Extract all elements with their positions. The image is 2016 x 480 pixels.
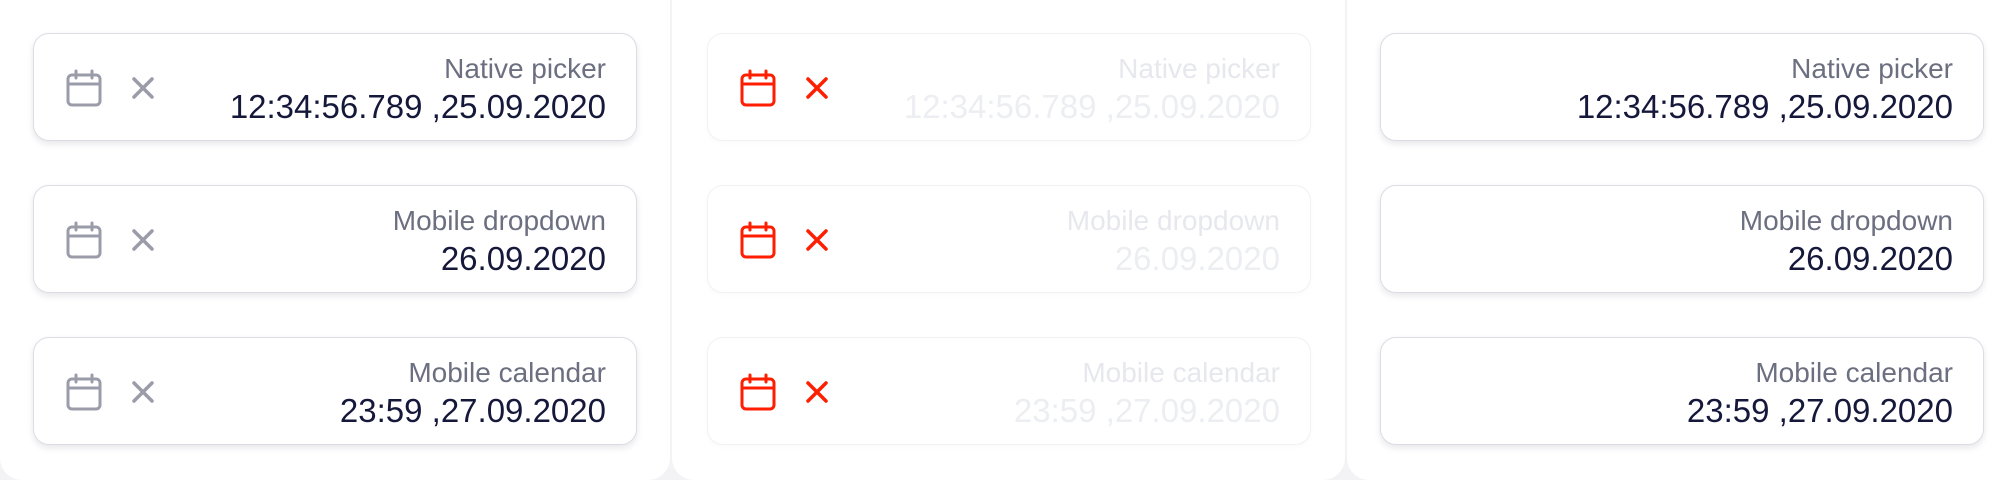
field-value[interactable]: 23:59 ,27.09.2020 [1687, 392, 1953, 430]
close-icon[interactable] [130, 227, 156, 253]
field-value: 12:34:56.789 ,25.09.2020 [903, 88, 1280, 125]
close-icon [806, 229, 828, 251]
field-label: Native picker [444, 53, 606, 84]
field-label: Mobile calendar [408, 357, 606, 388]
native-picker-field-disabled: Native picker 12:34:56.789 ,25.09.2020 [707, 33, 1311, 141]
mobile-dropdown-field-disabled: Mobile dropdown 26.09.2020 [707, 185, 1311, 293]
field-value[interactable]: 26.09.2020 [1788, 240, 1953, 278]
field-label: Mobile dropdown [1739, 205, 1953, 236]
close-icon [806, 381, 828, 403]
mobile-calendar-field[interactable]: Mobile calendar 23:59 ,27.09.2020 [33, 337, 637, 445]
field-value[interactable]: 23:59 ,27.09.2020 [340, 392, 606, 430]
native-picker-field[interactable]: Native picker 12:34:56.789 ,25.09.2020 [33, 33, 637, 141]
calendar-icon[interactable] [64, 68, 104, 108]
field-label: Mobile calendar [1082, 357, 1280, 388]
field-label: Mobile calendar [1755, 357, 1953, 388]
native-picker-field-readonly[interactable]: Native picker 12:34:56.789 ,25.09.2020 [1380, 33, 1984, 141]
mobile-calendar-field-readonly[interactable]: Mobile calendar 23:59 ,27.09.2020 [1380, 337, 1984, 445]
calendar-icon[interactable] [64, 220, 104, 260]
mobile-dropdown-field-readonly[interactable]: Mobile dropdown 26.09.2020 [1380, 185, 1984, 293]
close-icon[interactable] [130, 379, 156, 405]
calendar-icon [740, 69, 776, 107]
close-icon [806, 77, 828, 99]
field-value[interactable]: 26.09.2020 [441, 240, 606, 278]
field-label: Mobile dropdown [1066, 205, 1280, 236]
calendar-icon [740, 373, 776, 411]
field-value[interactable]: 12:34:56.789 ,25.09.2020 [1577, 88, 1953, 126]
field-value: 23:59 ,27.09.2020 [1013, 392, 1280, 429]
date-picker-demo-page: Native picker 12:34:56.789 ,25.09.2020 M… [0, 0, 2016, 480]
calendar-icon [740, 221, 776, 259]
field-value: 26.09.2020 [1114, 240, 1280, 277]
mobile-calendar-field-disabled: Mobile calendar 23:59 ,27.09.2020 [707, 337, 1311, 445]
field-value[interactable]: 12:34:56.789 ,25.09.2020 [230, 88, 606, 126]
field-label: Native picker [1791, 53, 1953, 84]
close-icon[interactable] [130, 75, 156, 101]
field-label: Mobile dropdown [392, 205, 606, 236]
calendar-icon[interactable] [64, 372, 104, 412]
mobile-dropdown-field[interactable]: Mobile dropdown 26.09.2020 [33, 185, 637, 293]
field-label: Native picker [1118, 53, 1280, 84]
